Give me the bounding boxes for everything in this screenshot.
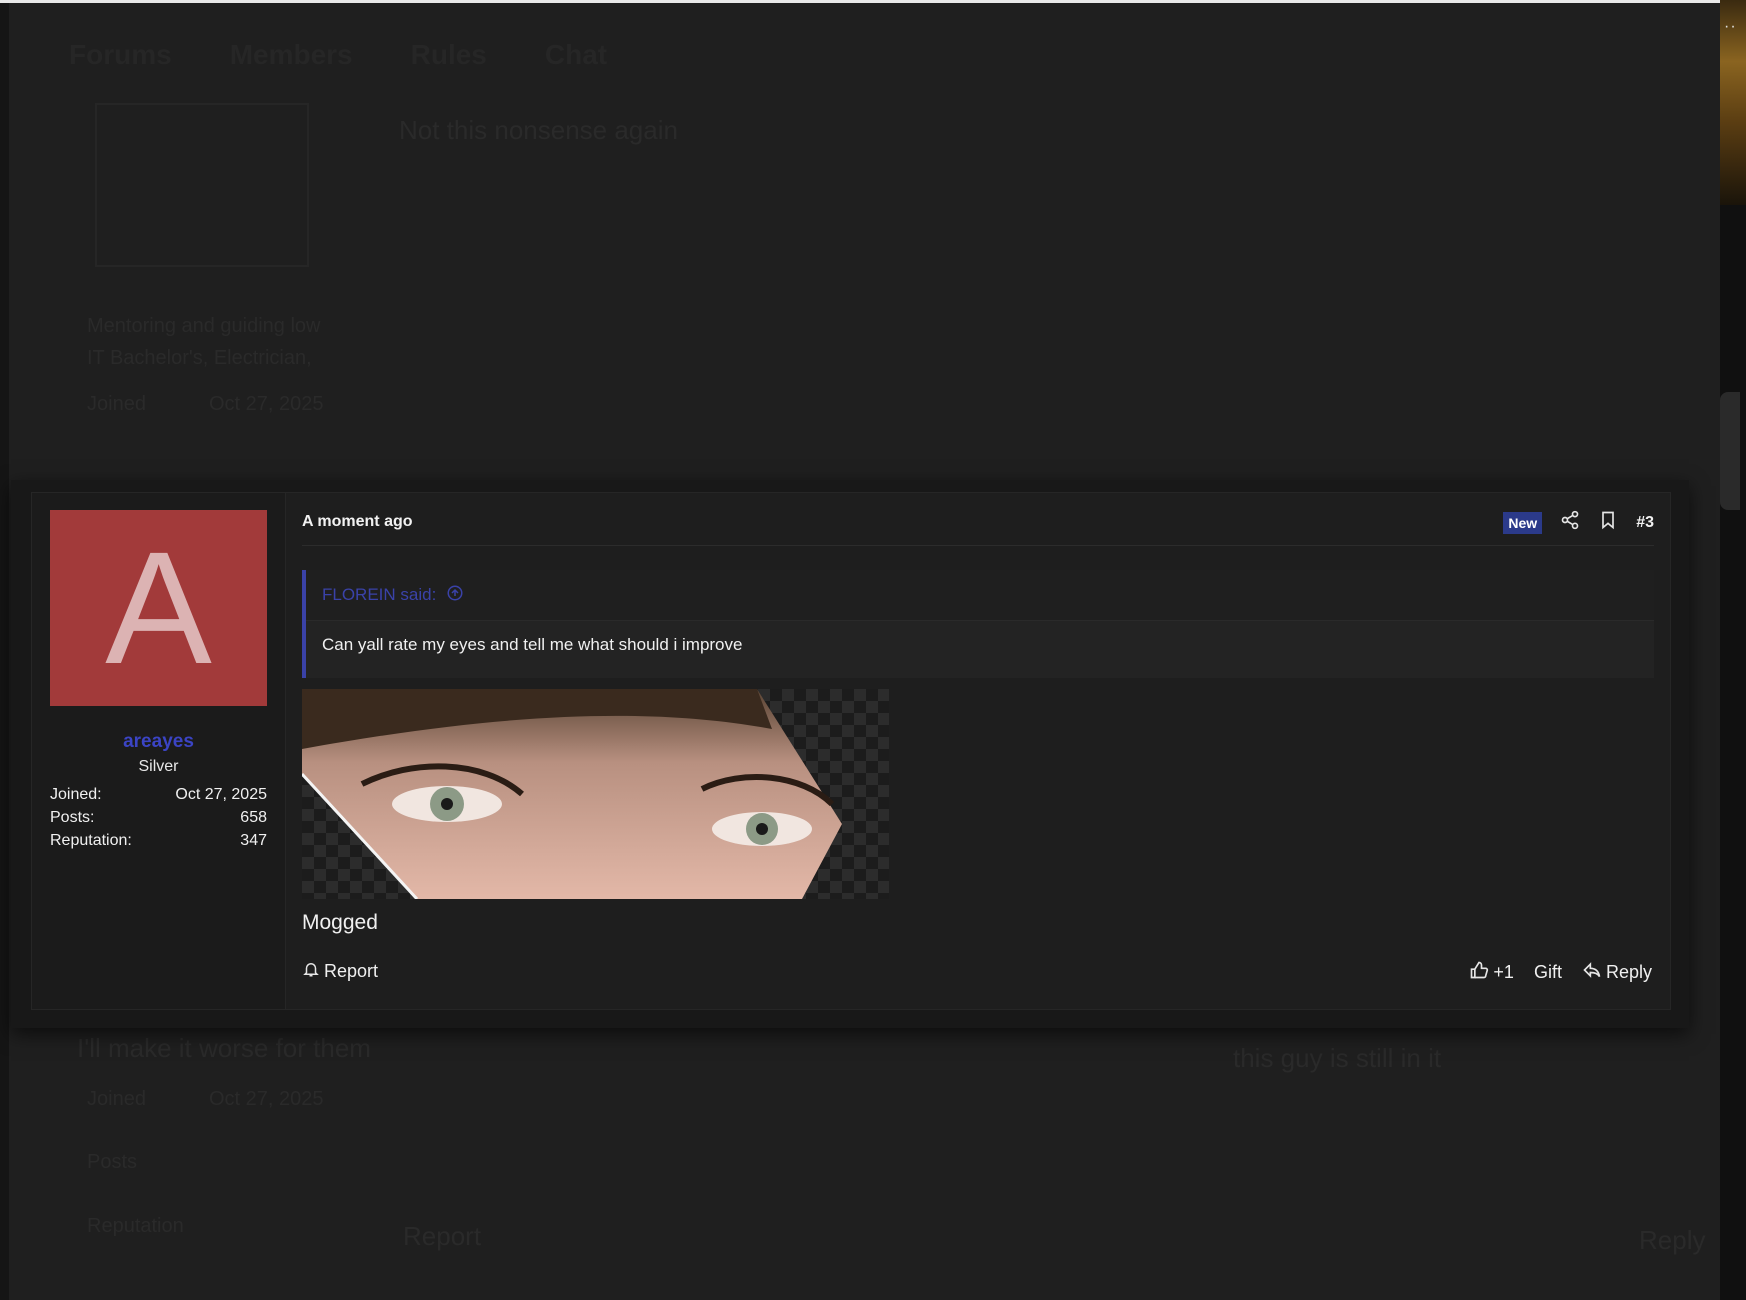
post-author-sidebar: A areayes Silver Joined: Oct 27, 2025 Po… xyxy=(32,493,286,1009)
stat-label: Reputation: xyxy=(50,832,132,849)
post-header-actions: New #3 xyxy=(1503,510,1654,535)
post-number-link[interactable]: #3 xyxy=(1636,514,1654,532)
background-posts-label: Posts xyxy=(87,1151,138,1173)
post-overlay: A areayes Silver Joined: Oct 27, 2025 Po… xyxy=(11,480,1689,1028)
background-text-1: I'll make it worse for them xyxy=(77,1033,371,1063)
user-stats: Joined: Oct 27, 2025 Posts: 658 Reputati… xyxy=(50,784,267,853)
background-report: Report xyxy=(403,1221,482,1251)
background-nav-rules: Rules xyxy=(410,39,487,70)
arrow-up-circle-icon[interactable] xyxy=(446,584,464,607)
stat-joined: Joined: Oct 27, 2025 xyxy=(50,784,267,807)
gift-button[interactable]: Gift xyxy=(1534,962,1562,983)
eyes-photo[interactable] xyxy=(302,689,889,899)
more-options-icon[interactable]: ·· xyxy=(1724,18,1737,36)
like-count: +1 xyxy=(1493,962,1514,982)
stat-reputation: Reputation: 347 xyxy=(50,830,267,853)
post-content: A moment ago New #3 FLOREIN said: Can ya… xyxy=(286,493,1670,1009)
reply-label: Reply xyxy=(1605,962,1652,982)
background-nav-chat: Chat xyxy=(544,39,608,70)
post-footer-actions: +1 Gift Reply xyxy=(1469,960,1652,985)
bookmark-icon[interactable] xyxy=(1598,510,1618,535)
background-nav-forums: Forums xyxy=(69,39,172,70)
background-joined-value: Oct 27, 2025 xyxy=(209,393,324,415)
background-joined-label: Joined xyxy=(87,393,146,415)
username[interactable]: areayes xyxy=(32,731,285,753)
post: A areayes Silver Joined: Oct 27, 2025 Po… xyxy=(31,492,1671,1010)
user-rank: Silver xyxy=(138,758,179,775)
post-body-text: Mogged xyxy=(302,911,378,934)
post-header: A moment ago New #3 xyxy=(302,507,1654,546)
quote-text: Can yall rate my eyes and tell me what s… xyxy=(322,635,743,654)
background-post-text: Not this nonsense again xyxy=(399,115,678,145)
side-panel-tab[interactable] xyxy=(1720,392,1740,510)
stat-label: Posts: xyxy=(50,809,95,826)
post-time[interactable]: A moment ago xyxy=(302,513,413,531)
like-button[interactable]: +1 xyxy=(1469,960,1514,985)
stat-value: Oct 27, 2025 xyxy=(175,786,267,803)
background-nav: Forums Members Rules Chat xyxy=(69,39,607,71)
reply-button[interactable]: Reply xyxy=(1582,960,1652,985)
stat-label: Joined: xyxy=(50,786,102,803)
reply-arrow-icon xyxy=(1582,960,1602,985)
background-joined-value-2: Oct 27, 2025 xyxy=(209,1088,324,1110)
background-joined-label-2: Joined xyxy=(87,1088,146,1110)
avatar[interactable]: A xyxy=(50,510,267,706)
share-icon[interactable] xyxy=(1560,510,1580,535)
background-signature-line-2: IT Bachelor's, Electrician, xyxy=(87,347,312,369)
stat-value: 347 xyxy=(240,832,267,849)
window-right-edge: ·· xyxy=(1720,0,1746,1300)
background-reply: Reply xyxy=(1639,1225,1706,1255)
background-signature-line-1: Mentoring and guiding low xyxy=(87,315,321,337)
quote-block: FLOREIN said: Can yall rate my eyes and … xyxy=(302,570,1654,678)
quote-author[interactable]: FLOREIN said: xyxy=(322,585,436,605)
background-avatar xyxy=(95,103,309,267)
stat-value: 658 xyxy=(240,809,267,826)
window-left-edge xyxy=(0,0,9,1300)
stat-posts: Posts: 658 xyxy=(50,807,267,830)
report-button[interactable]: Report xyxy=(302,960,378,983)
quote-header[interactable]: FLOREIN said: xyxy=(306,570,1654,621)
background-reputation-label: Reputation xyxy=(87,1215,184,1237)
report-label: Report xyxy=(324,961,379,981)
new-badge: New xyxy=(1503,511,1543,534)
bell-icon xyxy=(302,960,320,983)
thumbs-up-icon xyxy=(1469,960,1489,985)
background-text-2: this guy is still in it xyxy=(1233,1043,1442,1073)
background-nav-members: Members xyxy=(229,39,353,70)
